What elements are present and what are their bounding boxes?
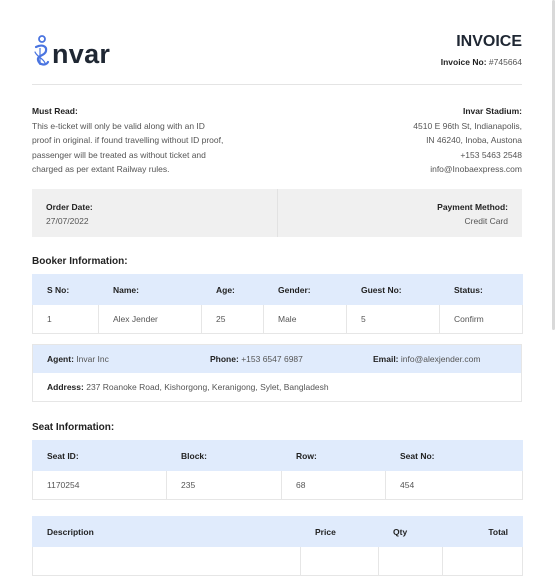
column-header: Name: xyxy=(98,274,202,305)
table-cell xyxy=(300,546,379,576)
column-header: Seat No: xyxy=(385,440,523,471)
phone-field: Phone: +153 6547 6987 xyxy=(210,354,303,364)
venue-name: Invar Stadium: xyxy=(462,106,522,116)
payment-method-label: Payment Method: xyxy=(437,202,508,212)
column-header: Block: xyxy=(166,440,282,471)
table-cell xyxy=(32,546,301,576)
notice-line: charged as per extant Railway rules. xyxy=(32,164,170,174)
venue-address: Invar Stadium: 4510 E 96th St, Indianapo… xyxy=(322,104,522,177)
table-cell: Male xyxy=(263,304,347,334)
venue-line: 4510 E 96th St, Indianapolis, xyxy=(413,120,522,131)
seat-section-title: Seat Information: xyxy=(32,422,115,433)
logo: nvar xyxy=(32,33,110,69)
invoice-number-value: #745664 xyxy=(488,57,522,67)
invoice-page: nvar INVOICE Invoice No: #745664 Must Re… xyxy=(0,0,555,576)
agent-label: Agent: xyxy=(47,354,74,364)
notice-line: passenger will be treated as without tic… xyxy=(32,149,206,160)
phone-label: Phone: xyxy=(210,354,239,364)
column-header: Price xyxy=(300,516,379,547)
venue-line: IN 46240, Inoba, Austona xyxy=(426,135,522,145)
table-header-row: Seat ID: Block: Row: Seat No: xyxy=(32,440,523,471)
notice-heading: Must Read: xyxy=(32,106,78,116)
table-cell: Confirm xyxy=(439,304,523,334)
booker-section-title: Booker Information: xyxy=(32,256,128,267)
logo-text: nvar xyxy=(52,39,111,69)
column-header: Seat ID: xyxy=(32,440,167,471)
table-cell: 5 xyxy=(346,304,440,334)
table-cell: 454 xyxy=(385,470,523,500)
address-value: 237 Roanoke Road, Kishorgong, Keranigong… xyxy=(86,382,329,392)
column-header: Guest No: xyxy=(346,274,440,305)
notice-line: This e-ticket will only be valid along w… xyxy=(32,120,205,131)
column-header: Status: xyxy=(439,274,523,305)
order-date: 27/07/2022 xyxy=(46,216,89,226)
agent-field: Agent: Invar Inc xyxy=(47,354,109,364)
email-field: Email: info@alexjender.com xyxy=(373,354,480,364)
header-divider xyxy=(32,84,522,85)
logo-mark-icon xyxy=(34,35,50,66)
table-header-row: Description Price Qty Total xyxy=(32,516,523,547)
agent-value: Invar Inc xyxy=(76,354,109,364)
table-header-row: S No: Name: Age: Gender: Guest No: Statu… xyxy=(32,274,523,305)
column-header: Age: xyxy=(201,274,264,305)
column-header: Gender: xyxy=(263,274,347,305)
address-row: Address: 237 Roanoke Road, Kishorgong, K… xyxy=(33,373,521,403)
table-cell: 1 xyxy=(32,304,99,334)
invoice-title: INVOICE xyxy=(456,33,522,50)
table-row: 1170254 235 68 454 xyxy=(32,470,523,500)
payment-method: Credit Card xyxy=(464,216,508,226)
table-cell: 1170254 xyxy=(32,470,167,500)
table-cell: 68 xyxy=(281,470,386,500)
invoice-number: Invoice No: #745664 xyxy=(441,57,522,67)
booker-table: S No: Name: Age: Gender: Guest No: Statu… xyxy=(32,274,523,334)
venue-email[interactable]: info@Inobaexpress.com xyxy=(322,162,522,177)
address-field: Address: 237 Roanoke Road, Kishorgong, K… xyxy=(47,382,329,392)
column-header: Total xyxy=(442,516,523,547)
invoice-number-label: Invoice No: xyxy=(440,57,487,67)
items-table: Description Price Qty Total xyxy=(32,516,523,576)
table-cell: 25 xyxy=(201,304,264,334)
venue-phone: +153 5463 2548 xyxy=(460,149,522,160)
agent-row: Agent: Invar Inc Phone: +153 6547 6987 E… xyxy=(33,345,521,373)
column-header: Description xyxy=(32,516,301,547)
table-cell: Alex Jender xyxy=(98,304,202,334)
table-cell xyxy=(378,546,443,576)
email-label: Email: xyxy=(373,354,399,364)
table-cell xyxy=(442,546,523,576)
order-date-label: Order Date: xyxy=(46,202,93,212)
phone-value: +153 6547 6987 xyxy=(241,354,303,364)
must-read-notice: Must Read: This e-ticket will only be va… xyxy=(32,104,272,177)
notice-line: proof in original. if found travelling w… xyxy=(32,135,224,145)
table-cell: 235 xyxy=(166,470,282,500)
column-header: S No: xyxy=(32,274,99,305)
address-label: Address: xyxy=(47,382,84,392)
table-row: 1 Alex Jender 25 Male 5 Confirm xyxy=(32,304,523,334)
column-header: Row: xyxy=(281,440,386,471)
order-divider xyxy=(277,189,278,237)
email-value[interactable]: info@alexjender.com xyxy=(401,354,481,364)
order-summary: Order Date: 27/07/2022 Payment Method: C… xyxy=(32,189,522,237)
seat-table: Seat ID: Block: Row: Seat No: 1170254 23… xyxy=(32,440,523,500)
column-header: Qty xyxy=(378,516,443,547)
agent-contact-box: Agent: Invar Inc Phone: +153 6547 6987 E… xyxy=(32,344,522,402)
table-row xyxy=(32,546,523,576)
